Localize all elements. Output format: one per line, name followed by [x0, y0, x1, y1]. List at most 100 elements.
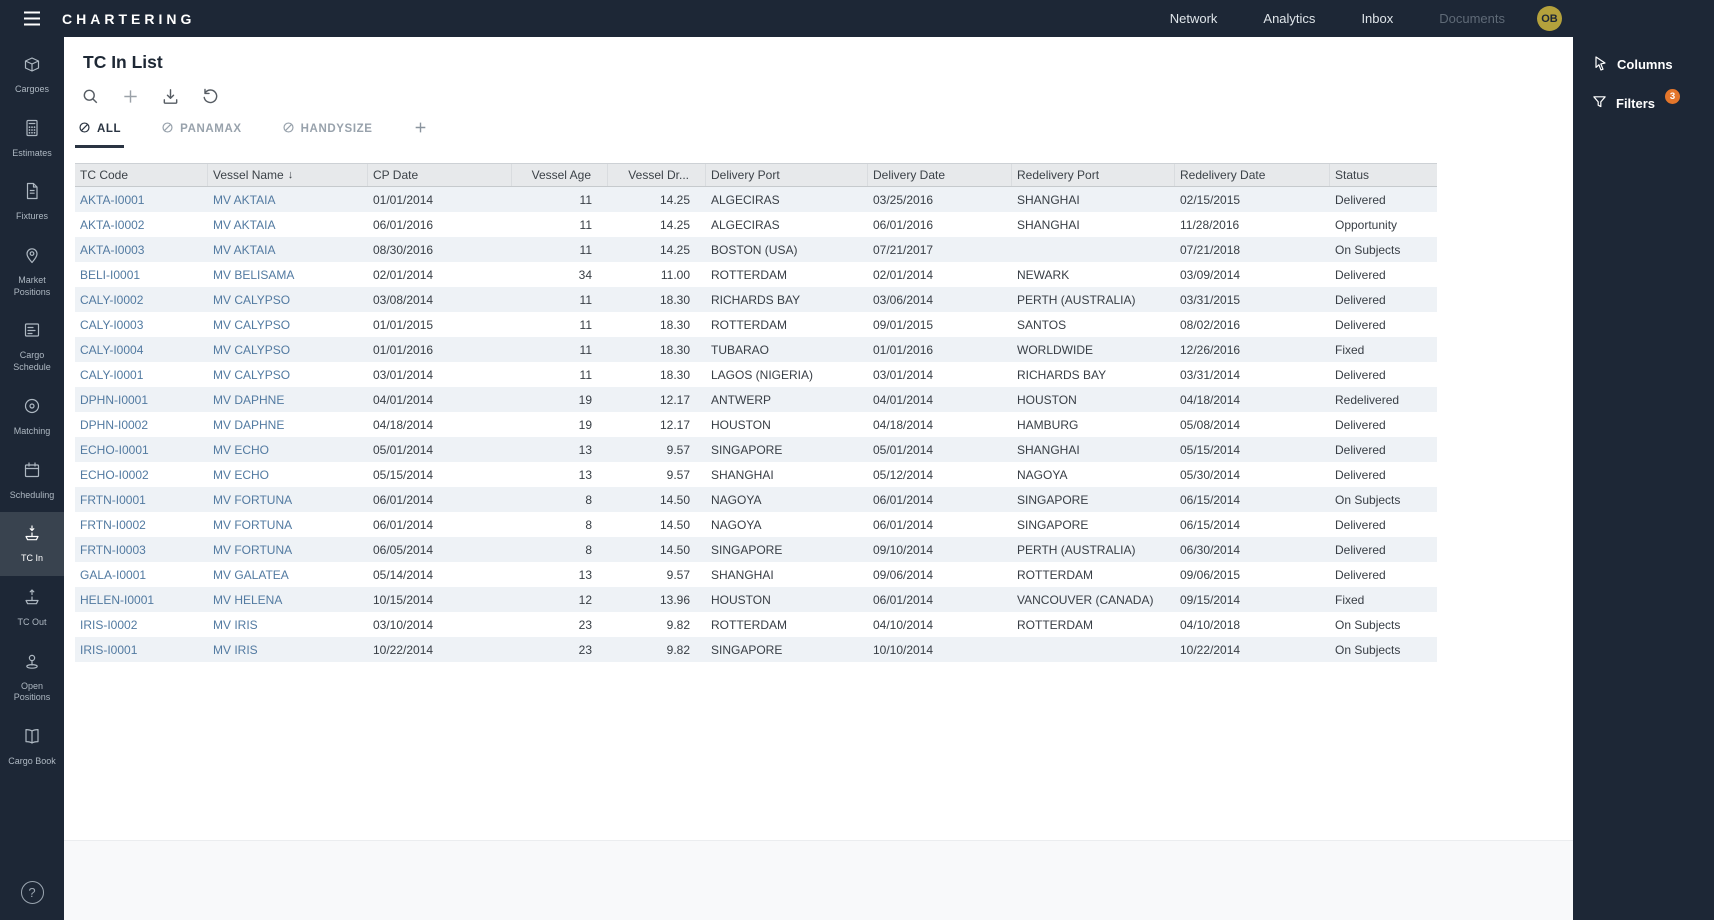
- cell-tc_code[interactable]: HELEN-I0001: [75, 587, 208, 612]
- cell-vessel_draft: 9.57: [608, 437, 706, 462]
- nav-inbox[interactable]: Inbox: [1361, 11, 1393, 26]
- cell-vessel_name[interactable]: MV ECHO: [208, 462, 368, 487]
- cell-vessel_name[interactable]: MV HELENA: [208, 587, 368, 612]
- column-header-redelivery_port[interactable]: Redelivery Port: [1012, 164, 1175, 186]
- cell-vessel_draft: 9.57: [608, 562, 706, 587]
- sidebar-item-estimates[interactable]: Estimates: [0, 107, 64, 171]
- cell-vessel_name[interactable]: MV CALYPSO: [208, 337, 368, 362]
- cell-tc_code[interactable]: CALY-I0001: [75, 362, 208, 387]
- table-row[interactable]: FRTN-I0001MV FORTUNA06/01/2014814.50NAGO…: [75, 487, 1437, 512]
- cell-vessel_name[interactable]: MV DAPHNE: [208, 387, 368, 412]
- table-row[interactable]: DPHN-I0002MV DAPHNE04/18/20141912.17HOUS…: [75, 412, 1437, 437]
- cell-vessel_name[interactable]: MV IRIS: [208, 612, 368, 637]
- cell-vessel_draft: 14.25: [608, 237, 706, 262]
- sidebar-item-tc-out[interactable]: TC Out: [0, 576, 64, 640]
- cell-vessel_name[interactable]: MV FORTUNA: [208, 487, 368, 512]
- table-row[interactable]: ECHO-I0001MV ECHO05/01/2014139.57SINGAPO…: [75, 437, 1437, 462]
- nav-network[interactable]: Network: [1170, 11, 1218, 26]
- table-row[interactable]: AKTA-I0003MV AKTAIA08/30/20161114.25BOST…: [75, 237, 1437, 262]
- table-row[interactable]: GALA-I0001MV GALATEA05/14/2014139.57SHAN…: [75, 562, 1437, 587]
- cell-tc_code[interactable]: ECHO-I0002: [75, 462, 208, 487]
- columns-button[interactable]: Columns: [1573, 45, 1714, 84]
- export-button[interactable]: [158, 84, 182, 108]
- cell-vessel_name[interactable]: MV CALYPSO: [208, 287, 368, 312]
- tab-panamax[interactable]: PANAMAX: [158, 121, 245, 148]
- cell-vessel_name[interactable]: MV BELISAMA: [208, 262, 368, 287]
- table-row[interactable]: IRIS-I0001MV IRIS10/22/2014239.82SINGAPO…: [75, 637, 1437, 662]
- reset-button[interactable]: [198, 84, 222, 108]
- table-row[interactable]: IRIS-I0002MV IRIS03/10/2014239.82ROTTERD…: [75, 612, 1437, 637]
- column-header-cp_date[interactable]: CP Date: [368, 164, 512, 186]
- cell-tc_code[interactable]: AKTA-I0001: [75, 187, 208, 212]
- cell-vessel_name[interactable]: MV AKTAIA: [208, 237, 368, 262]
- cell-tc_code[interactable]: FRTN-I0001: [75, 487, 208, 512]
- cell-tc_code[interactable]: DPHN-I0001: [75, 387, 208, 412]
- cell-tc_code[interactable]: IRIS-I0001: [75, 637, 208, 662]
- cell-vessel_name[interactable]: MV AKTAIA: [208, 212, 368, 237]
- cell-vessel_name[interactable]: MV CALYPSO: [208, 362, 368, 387]
- add-view-tab-button[interactable]: [410, 121, 431, 148]
- add-button[interactable]: [118, 84, 142, 108]
- column-header-vessel_name[interactable]: Vessel Name↓: [208, 164, 368, 186]
- sidebar-item-matching[interactable]: Matching: [0, 385, 64, 449]
- user-avatar[interactable]: OB: [1537, 6, 1562, 31]
- tab-handysize[interactable]: HANDYSIZE: [279, 121, 376, 148]
- tab-all[interactable]: ALL: [75, 121, 124, 148]
- cell-tc_code[interactable]: CALY-I0003: [75, 312, 208, 337]
- cell-tc_code[interactable]: IRIS-I0002: [75, 612, 208, 637]
- table-row[interactable]: FRTN-I0002MV FORTUNA06/01/2014814.50NAGO…: [75, 512, 1437, 537]
- sidebar-item-cargoes[interactable]: Cargoes: [0, 43, 64, 107]
- top-bar: CHARTERING Network Analytics Inbox Docum…: [0, 0, 1714, 37]
- table-row[interactable]: AKTA-I0001MV AKTAIA01/01/20141114.25ALGE…: [75, 187, 1437, 212]
- cell-vessel_name[interactable]: MV IRIS: [208, 637, 368, 662]
- cell-vessel_name[interactable]: MV AKTAIA: [208, 187, 368, 212]
- column-header-delivery_date[interactable]: Delivery Date: [868, 164, 1012, 186]
- cell-tc_code[interactable]: GALA-I0001: [75, 562, 208, 587]
- table-row[interactable]: CALY-I0002MV CALYPSO03/08/20141118.30RIC…: [75, 287, 1437, 312]
- table-row[interactable]: AKTA-I0002MV AKTAIA06/01/20161114.25ALGE…: [75, 212, 1437, 237]
- cell-vessel_name[interactable]: MV GALATEA: [208, 562, 368, 587]
- sidebar-item-cargo-schedule[interactable]: Cargo Schedule: [0, 309, 64, 384]
- table-row[interactable]: CALY-I0003MV CALYPSO01/01/20151118.30ROT…: [75, 312, 1437, 337]
- table-row[interactable]: BELI-I0001MV BELISAMA02/01/20143411.00RO…: [75, 262, 1437, 287]
- cell-tc_code[interactable]: FRTN-I0003: [75, 537, 208, 562]
- sidebar-item-market-positions[interactable]: Market Positions: [0, 234, 64, 309]
- filters-button[interactable]: Filters 3: [1573, 84, 1714, 122]
- cell-tc_code[interactable]: CALY-I0002: [75, 287, 208, 312]
- nav-documents[interactable]: Documents: [1439, 11, 1505, 26]
- sidebar-item-scheduling[interactable]: Scheduling: [0, 449, 64, 513]
- cell-vessel_name[interactable]: MV DAPHNE: [208, 412, 368, 437]
- cell-tc_code[interactable]: FRTN-I0002: [75, 512, 208, 537]
- cell-vessel_name[interactable]: MV CALYPSO: [208, 312, 368, 337]
- menu-icon[interactable]: [0, 11, 64, 26]
- cell-tc_code[interactable]: AKTA-I0003: [75, 237, 208, 262]
- sidebar-item-cargo-book[interactable]: Cargo Book: [0, 715, 64, 779]
- table-row[interactable]: HELEN-I0001MV HELENA10/15/20141213.96HOU…: [75, 587, 1437, 612]
- search-button[interactable]: [78, 84, 102, 108]
- cell-tc_code[interactable]: BELI-I0001: [75, 262, 208, 287]
- cell-tc_code[interactable]: CALY-I0004: [75, 337, 208, 362]
- tab-label: HANDYSIZE: [301, 123, 373, 135]
- cell-tc_code[interactable]: DPHN-I0002: [75, 412, 208, 437]
- cell-tc_code[interactable]: AKTA-I0002: [75, 212, 208, 237]
- table-row[interactable]: CALY-I0001MV CALYPSO03/01/20141118.30LAG…: [75, 362, 1437, 387]
- column-header-vessel_draft[interactable]: Vessel Dr...: [608, 164, 706, 186]
- column-header-delivery_port[interactable]: Delivery Port: [706, 164, 868, 186]
- table-row[interactable]: ECHO-I0002MV ECHO05/15/2014139.57SHANGHA…: [75, 462, 1437, 487]
- help-button[interactable]: ?: [0, 881, 64, 904]
- column-header-status[interactable]: Status: [1330, 164, 1437, 186]
- table-row[interactable]: FRTN-I0003MV FORTUNA06/05/2014814.50SING…: [75, 537, 1437, 562]
- table-row[interactable]: CALY-I0004MV CALYPSO01/01/20161118.30TUB…: [75, 337, 1437, 362]
- nav-analytics[interactable]: Analytics: [1263, 11, 1315, 26]
- sidebar-item-fixtures[interactable]: Fixtures: [0, 170, 64, 234]
- column-header-tc_code[interactable]: TC Code: [75, 164, 208, 186]
- cell-tc_code[interactable]: ECHO-I0001: [75, 437, 208, 462]
- column-header-redelivery_date[interactable]: Redelivery Date: [1175, 164, 1330, 186]
- sidebar-item-open-positions[interactable]: Open Positions: [0, 640, 64, 715]
- column-header-vessel_age[interactable]: Vessel Age: [512, 164, 608, 186]
- cell-vessel_name[interactable]: MV FORTUNA: [208, 537, 368, 562]
- cell-vessel_name[interactable]: MV ECHO: [208, 437, 368, 462]
- sidebar-item-tc-in[interactable]: TC In: [0, 512, 64, 576]
- cell-vessel_name[interactable]: MV FORTUNA: [208, 512, 368, 537]
- table-row[interactable]: DPHN-I0001MV DAPHNE04/01/20141912.17ANTW…: [75, 387, 1437, 412]
